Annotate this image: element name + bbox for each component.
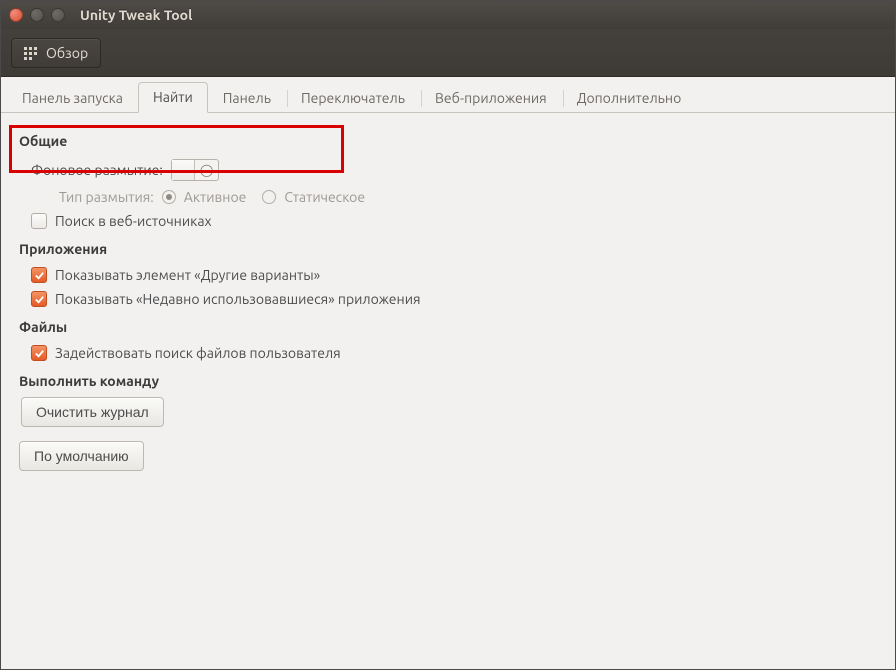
app-window: Unity Tweak Tool Обзор Панель запуска На… [0,0,896,670]
web-search-label: Поиск в веб-источниках [55,213,212,229]
row-web-search: Поиск в веб-источниках [19,209,877,233]
tab-search[interactable]: Найти [138,82,208,113]
overview-label: Обзор [46,45,88,61]
defaults-button[interactable]: По умолчанию [19,441,144,471]
section-general-title: Общие [19,133,877,149]
row-user-files: Задействовать поиск файлов пользователя [19,341,877,365]
tab-webapps[interactable]: Веб-приложения [420,83,562,113]
blur-label: Фоновое размытие: [31,162,163,178]
titlebar[interactable]: Unity Tweak Tool [1,1,895,29]
tab-switcher[interactable]: Переключатель [286,83,420,113]
section-run-title: Выполнить команду [19,373,877,389]
close-icon[interactable] [9,8,23,22]
radio-active-label: Активное [184,189,247,205]
window-title: Unity Tweak Tool [80,7,192,23]
radio-static-label: Статическое [284,189,365,205]
section-apps-title: Приложения [19,241,877,257]
checkbox-user-files[interactable] [31,345,47,361]
tab-launcher[interactable]: Панель запуска [7,83,138,113]
grid-icon [24,47,38,59]
checkbox-web-search[interactable] [31,213,47,229]
tabbar: Панель запуска Найти Панель Переключател… [1,77,895,113]
content-area: Общие Фоновое размытие: ◯ Тип размытия: … [1,113,895,483]
row-background-blur: Фоновое размытие: ◯ [19,155,877,185]
radio-active [162,190,176,204]
row-show-more: Показывать элемент «Другие варианты» [19,263,877,287]
radio-static [262,190,276,204]
clear-log-button[interactable]: Очистить журнал [21,397,164,427]
user-files-label: Задействовать поиск файлов пользователя [55,345,341,361]
tab-additional[interactable]: Дополнительно [562,83,697,113]
overview-button[interactable]: Обзор [11,38,101,68]
show-more-label: Показывать элемент «Другие варианты» [55,267,320,283]
checkbox-show-more[interactable] [31,267,47,283]
toolbar: Обзор [1,29,895,77]
checkbox-show-recent[interactable] [31,291,47,307]
blur-toggle[interactable]: ◯ [171,159,219,181]
tab-panel[interactable]: Панель [208,83,286,113]
blur-type-label: Тип размытия: [59,189,154,205]
row-show-recent: Показывать «Недавно использовавшиеся» пр… [19,287,877,311]
show-recent-label: Показывать «Недавно использовавшиеся» пр… [55,291,421,307]
row-blur-type: Тип размытия: Активное Статическое [19,185,877,209]
maximize-icon[interactable] [51,8,65,22]
minimize-icon[interactable] [30,8,44,22]
section-files-title: Файлы [19,319,877,335]
